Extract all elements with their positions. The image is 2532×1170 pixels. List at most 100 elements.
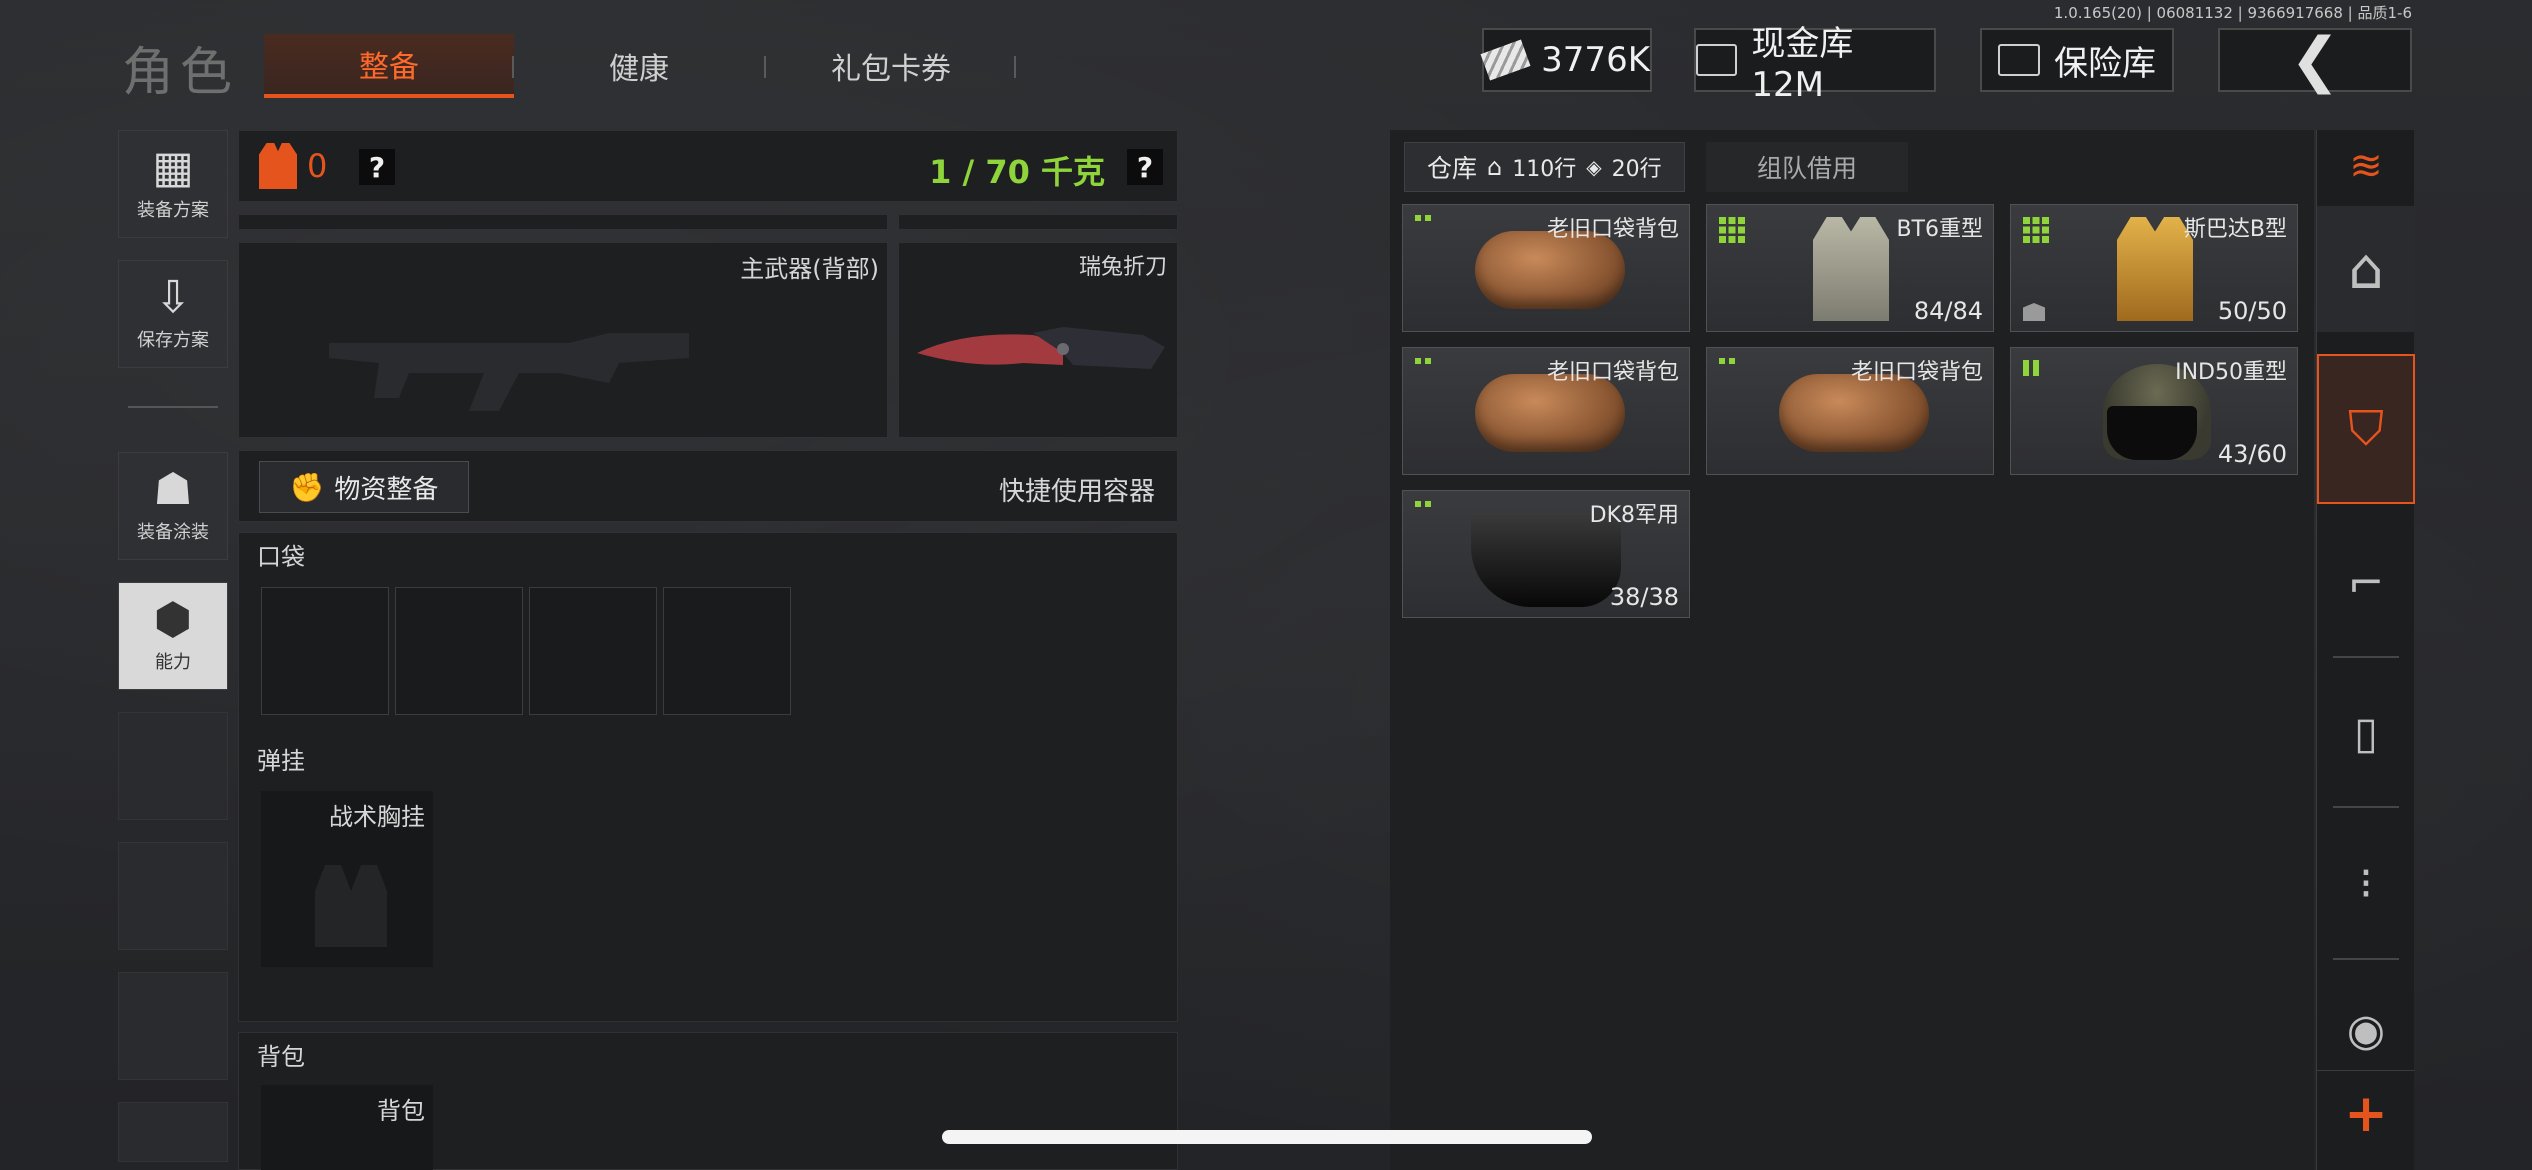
- back-arrow-icon: ❮: [2289, 25, 2341, 95]
- backpack-slot[interactable]: 背包: [261, 1085, 433, 1170]
- version-info: 1.0.165(20) | 06081132 | 9366917668 | 品质…: [2053, 4, 2412, 22]
- item-name: BT6重型: [1896, 217, 1983, 242]
- category-magazine-icon[interactable]: ▯: [2317, 670, 2415, 796]
- pocket-slot[interactable]: [261, 587, 389, 715]
- tab-warehouse[interactable]: 仓库 ⌂ 110行 ◈ 20行: [1404, 142, 1685, 192]
- cash-vault-button[interactable]: 现金库 12M: [1694, 24, 1936, 105]
- fist-icon: ✊: [289, 470, 325, 504]
- category-equipment-icon[interactable]: ⛉: [2317, 354, 2415, 504]
- item-name: 老旧口袋背包: [1850, 360, 1983, 385]
- warehouse-item[interactable]: DK8军用 38/38: [1402, 490, 1690, 618]
- melee-label: 瑞兔折刀: [1078, 255, 1167, 280]
- armor-vest-icon: [2117, 217, 2193, 321]
- supplies-button[interactable]: ✊ 物资整备: [259, 461, 469, 513]
- sidebar-empty-slot: [118, 842, 228, 950]
- sidebar-empty-slot: [118, 1102, 228, 1162]
- backpack-section-label: 背包: [257, 1043, 305, 1071]
- sidebar-item-label: 保存方案: [137, 330, 209, 351]
- back-button[interactable]: ❮: [2218, 25, 2412, 95]
- warehouse-tab-label: 仓库: [1427, 154, 1478, 183]
- warehouse-item[interactable]: BT6重型 84/84: [1706, 204, 1994, 332]
- vest-icon: ▦: [152, 142, 194, 193]
- quick-container-label[interactable]: 快捷使用容器: [999, 471, 1155, 508]
- sidebar-item-label: 装备涂装: [137, 522, 209, 543]
- rail-divider: [2333, 806, 2399, 808]
- ticket-icon: ◈: [1586, 155, 1602, 179]
- tab-equipment[interactable]: 整备: [264, 34, 514, 98]
- cash-display[interactable]: 3776K: [1480, 28, 1652, 92]
- pocket-slot[interactable]: [395, 587, 523, 715]
- category-ammo-icon[interactable]: ⁝: [2317, 820, 2415, 946]
- rig-section-label: 弹挂: [257, 747, 305, 775]
- rail-divider: [2333, 656, 2399, 658]
- cash-icon: [1480, 39, 1531, 81]
- armor-icon: [259, 143, 297, 189]
- add-icon[interactable]: +: [2317, 1070, 2415, 1156]
- safe-label: 保险库: [2054, 43, 2156, 84]
- helmet-icon: ☗: [153, 464, 193, 515]
- rig-slot[interactable]: 战术胸挂: [261, 791, 433, 967]
- size-indicator: [2023, 217, 2049, 243]
- home-icon: ⌂: [1487, 153, 1503, 181]
- rifle-silhouette-icon: [329, 333, 689, 411]
- item-durability: 50/50: [2217, 297, 2287, 325]
- home-category-icon[interactable]: ⌂: [2317, 206, 2415, 332]
- primary-weapon-slot[interactable]: 主武器(背部): [238, 242, 888, 438]
- item-durability: 84/84: [1913, 297, 1983, 325]
- item-durability: 43/60: [2217, 440, 2287, 468]
- armor-vest-icon: [1813, 217, 1889, 321]
- sidebar-item-skin[interactable]: ☗ 装备涂装: [118, 452, 228, 560]
- armor-help-button[interactable]: ?: [359, 149, 395, 185]
- sidebar-item-label: 装备方案: [137, 200, 209, 221]
- sidebar-item-save-plan[interactable]: ⇩ 保存方案: [118, 260, 228, 368]
- tab-health[interactable]: 健康: [514, 34, 764, 98]
- size-indicator: [1415, 501, 1431, 507]
- download-icon: ⇩: [154, 272, 192, 323]
- tab-divider: [1014, 56, 1016, 78]
- item-name: DK8军用: [1589, 503, 1679, 528]
- chest-rig-icon: [315, 865, 387, 947]
- warehouse-item[interactable]: 斯巴达B型 50/50: [2010, 204, 2298, 332]
- tab-team-borrow[interactable]: 组队借用: [1706, 142, 1908, 192]
- item-name: 老旧口袋背包: [1546, 217, 1679, 242]
- supplies-bar: ✊ 物资整备 快捷使用容器: [238, 450, 1178, 522]
- ability-icon: ⬢: [153, 594, 193, 645]
- home-indicator[interactable]: [942, 1130, 1592, 1144]
- item-name: 斯巴达B型: [2183, 217, 2287, 242]
- pocket-slot[interactable]: [663, 587, 791, 715]
- size-indicator: [1415, 358, 1431, 364]
- pocket-slot[interactable]: [529, 587, 657, 715]
- pocket-rig-panel: 口袋 弹挂 战术胸挂: [238, 532, 1178, 1022]
- size-indicator: [2023, 360, 2039, 376]
- ticket-rows: 20行: [1611, 157, 1662, 182]
- sidebar-item-label: 能力: [155, 652, 191, 673]
- size-indicator: [1719, 358, 1735, 364]
- rig-slot-label: 战术胸挂: [329, 803, 425, 831]
- vault-icon: [1696, 44, 1738, 76]
- page-title: 角色: [122, 43, 239, 103]
- backpack-slot-label: 背包: [377, 1097, 425, 1125]
- primary-weapon-label: 主武器(背部): [740, 255, 879, 283]
- warehouse-item[interactable]: 老旧口袋背包: [1402, 347, 1690, 475]
- melee-slot[interactable]: 瑞兔折刀: [898, 242, 1178, 438]
- warehouse-item[interactable]: IND50重型 43/60: [2010, 347, 2298, 475]
- category-rifle-icon[interactable]: ⌐: [2317, 520, 2415, 646]
- weapon-slot-header: [238, 214, 888, 230]
- backpack-panel: 背包 背包: [238, 1032, 1178, 1170]
- weight-help-button[interactable]: ?: [1127, 149, 1163, 185]
- warehouse-item[interactable]: 老旧口袋背包: [1402, 204, 1690, 332]
- tab-gift-coupons[interactable]: 礼包卡券: [766, 34, 1016, 98]
- stack-refresh-icon[interactable]: ≋: [2317, 130, 2415, 202]
- warehouse-item[interactable]: 老旧口袋背包: [1706, 347, 1994, 475]
- item-durability: 38/38: [1609, 583, 1679, 611]
- size-indicator: [1719, 217, 1745, 243]
- sidebar-item-loadout-plan[interactable]: ▦ 装备方案: [118, 130, 228, 238]
- sidebar-empty-slot: [118, 712, 228, 820]
- armor-value: 0: [307, 147, 328, 185]
- cash-amount: 3776K: [1541, 40, 1650, 80]
- safe-button[interactable]: 保险库: [1980, 28, 2174, 92]
- item-name: IND50重型: [2175, 360, 2287, 385]
- box-icon: [2023, 303, 2045, 321]
- weight-display: 1 / 70 千克: [929, 153, 1105, 191]
- sidebar-item-ability[interactable]: ⬢ 能力: [118, 582, 228, 690]
